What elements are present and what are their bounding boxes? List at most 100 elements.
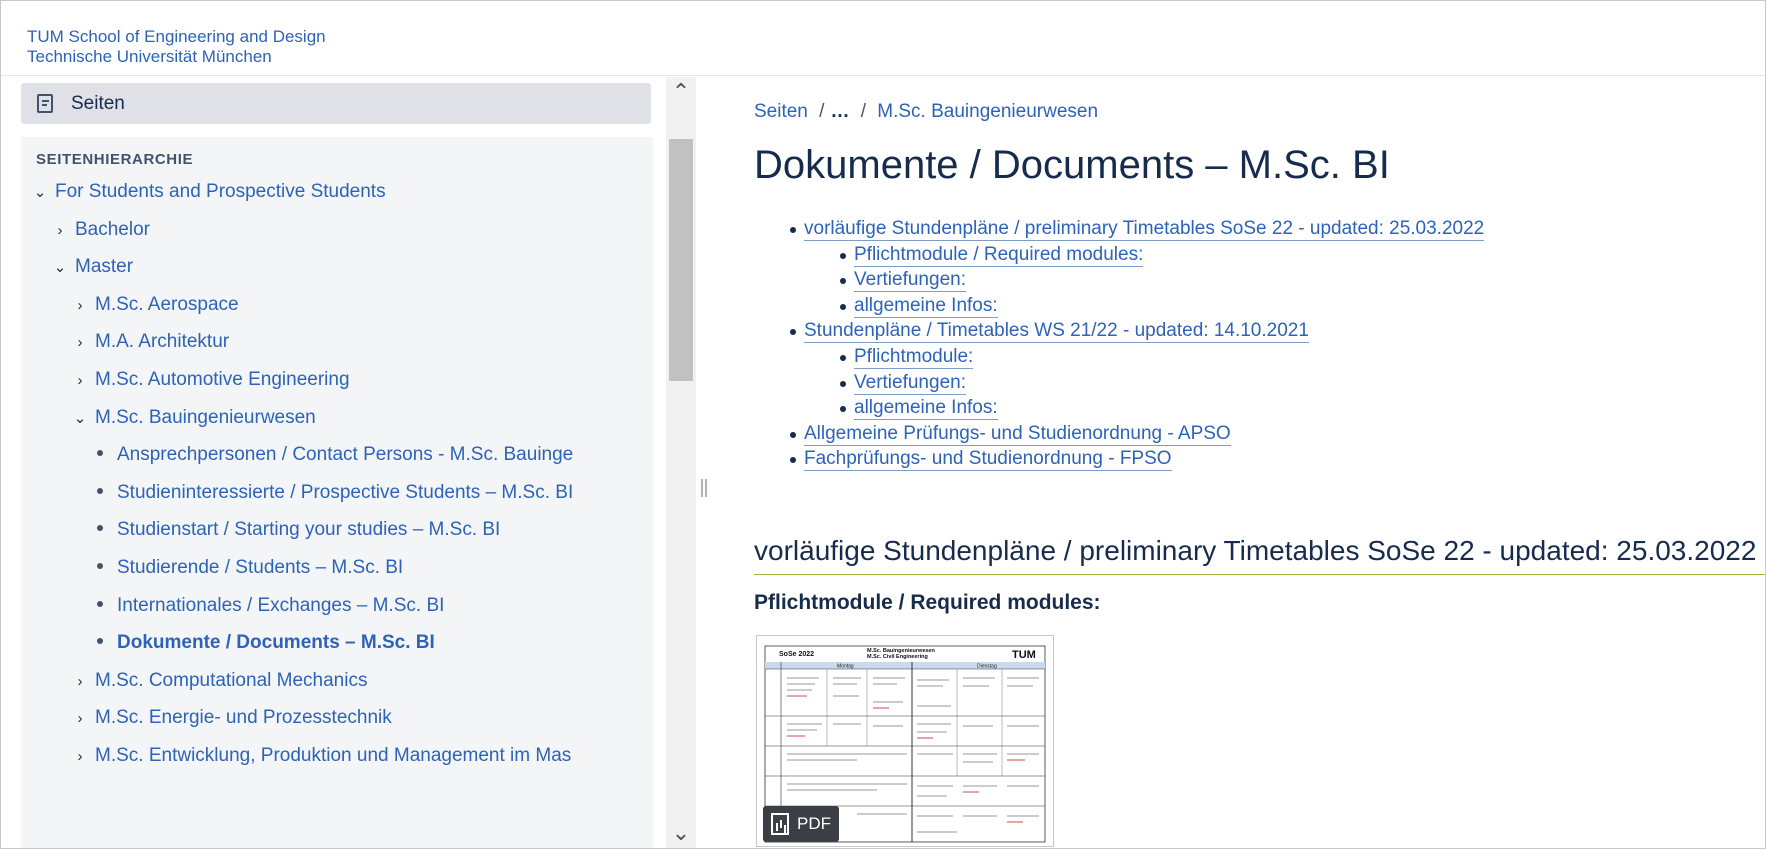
browser-frame: TUM School of Engineering and Design Tec…: [0, 0, 1766, 849]
sidebar-tree-item-label: Studierende / Students – M.Sc. BI: [117, 557, 404, 578]
scrollbar-thumb[interactable]: [669, 139, 693, 381]
sidebar-tree-item[interactable]: Ansprechpersonen / Contact Persons - M.S…: [91, 440, 573, 470]
toc-link[interactable]: Stundenpläne / Timetables WS 21/22 - upd…: [804, 320, 1309, 344]
breadcrumb-root-link[interactable]: Seiten: [754, 101, 808, 122]
pdf-badge-label: PDF: [797, 814, 831, 833]
sidebar-tree-item-label: Studieninteressierte / Prospective Stude…: [117, 481, 574, 503]
pdf-badge[interactable]: PDF: [763, 806, 839, 842]
page-title: Dokumente / Documents – M.Sc. BI: [754, 143, 1390, 187]
bullet-icon: [97, 600, 103, 607]
sidebar-tree-item[interactable]: › Bachelor: [51, 215, 151, 246]
chevron-down-icon[interactable]: ⌄: [666, 818, 696, 848]
toc-link[interactable]: allgemeine Infos:: [854, 397, 998, 421]
toc-link[interactable]: vorläufige Stundenpläne / preliminary Ti…: [804, 218, 1485, 241]
toc-item: Allgemeine Prüfungs- und Studienordnung …: [790, 422, 1231, 446]
toc-item: Pflichtmodule:: [840, 345, 974, 369]
sidebar-tree-item[interactable]: Studierende / Students – M.Sc. BI: [91, 553, 403, 583]
toc-link[interactable]: Pflichtmodule / Required modules:: [854, 243, 1144, 267]
toc-link[interactable]: Vertiefungen:: [854, 371, 966, 395]
breadcrumb-parent-link[interactable]: M.Sc. Bauingenieurwesen: [877, 101, 1098, 122]
breadcrumb-separator: /: [860, 101, 866, 122]
chevron-right-icon[interactable]: ›: [71, 291, 89, 321]
page-icon: [37, 94, 53, 113]
chevron-right-icon[interactable]: ›: [71, 328, 89, 358]
toc-link[interactable]: Allgemeine Prüfungs- und Studienordnung …: [804, 422, 1231, 446]
chevron-down-icon[interactable]: ⌄: [31, 178, 49, 208]
sidebar-tree-item[interactable]: › M.Sc. Automotive Engineering: [71, 365, 350, 395]
tum-logo: TUM: [1012, 649, 1036, 661]
pages-button-label: Seiten: [71, 92, 125, 114]
main-content: Seiten /… / M.Sc. Bauingenieurwesen Doku…: [754, 77, 1765, 848]
chevron-right-icon[interactable]: ›: [71, 742, 89, 772]
bullet-icon: [97, 525, 103, 532]
sidebar-tree-item-label: For Students and Prospective Students: [55, 181, 386, 202]
thumb-semester: SoSe 2022: [779, 651, 814, 658]
bullet-icon: [790, 329, 796, 336]
bullet-icon: [840, 278, 846, 285]
sidebar-scrollbar[interactable]: ⌃ ⌄: [666, 77, 696, 848]
thumb-program-2: M.Sc. Civil Engineering: [867, 654, 928, 660]
page-tree-heading: SEITENHIERARCHIE: [36, 151, 194, 168]
sidebar-tree-item-label: M.Sc. Bauingenieurwesen: [95, 406, 316, 428]
pages-button[interactable]: Seiten: [21, 83, 651, 124]
toc-item: Vertiefungen:: [840, 371, 966, 395]
sidebar-tree-item[interactable]: Internationales / Exchanges – M.Sc. BI: [91, 591, 444, 621]
thumb-day-2: Dienstag: [977, 664, 997, 670]
bullet-icon: [790, 457, 796, 464]
sidebar-tree-item-label: Ansprechpersonen / Contact Persons - M.S…: [117, 444, 574, 466]
sidebar-tree-item[interactable]: › M.Sc. Computational Mechanics: [71, 666, 368, 697]
sidebar-tree-item[interactable]: ⌄ M.Sc. Bauingenieurwesen: [71, 403, 316, 433]
breadcrumb-ellipsis[interactable]: …: [830, 101, 849, 122]
brand-line-1: TUM School of Engineering and Design: [27, 27, 326, 46]
chevron-up-icon[interactable]: ⌃: [666, 77, 696, 107]
page-tree: SEITENHIERARCHIE ⌄ For Students and Prosp…: [21, 137, 653, 848]
sidebar-tree-item[interactable]: › M.Sc. Energie- und Prozesstechnik: [71, 703, 392, 733]
chevron-right-icon[interactable]: ›: [71, 704, 89, 734]
sidebar-resize-handle[interactable]: [700, 479, 708, 499]
toc-item: allgemeine Infos:: [840, 396, 998, 421]
toc-link[interactable]: Fachprüfungs- und Studienordnung - FPSO: [804, 448, 1172, 472]
sidebar-tree-item[interactable]: Dokumente / Documents – M.Sc. BI: [91, 628, 435, 658]
chevron-right-icon[interactable]: ›: [51, 216, 69, 246]
bullet-icon: [97, 487, 103, 494]
bullet-icon: [840, 380, 846, 387]
bullet-icon: [790, 431, 796, 438]
thumb-day-1: Montag: [837, 664, 854, 670]
chevron-down-icon[interactable]: ⌄: [51, 253, 69, 283]
pdf-file-icon: [771, 813, 789, 835]
toc-item: Pflichtmodule / Required modules:: [840, 243, 1144, 267]
brand-line-2: Technische Universität München: [27, 47, 272, 66]
sidebar-tree-item[interactable]: › M.A. Architektur: [71, 327, 230, 358]
toc-item: Vertiefungen:: [840, 268, 966, 293]
timetable-pdf-preview[interactable]: SoSe 2022 M.Sc. Bauingenieurwesen M.Sc. …: [756, 635, 1054, 847]
toc-link[interactable]: allgemeine Infos:: [854, 294, 998, 318]
sidebar-tree-item-label: M.Sc. Computational Mechanics: [95, 669, 368, 691]
space-header: TUM School of Engineering and Design Tec…: [1, 1, 1765, 76]
breadcrumb: Seiten /… / M.Sc. Bauingenieurwesen: [754, 101, 1098, 123]
space-brand-link[interactable]: TUM School of Engineering and Design Tec…: [27, 27, 326, 67]
sidebar: Seiten SEITENHIERARCHIE ⌄ For Students an…: [1, 77, 668, 848]
chevron-down-icon[interactable]: ⌄: [71, 404, 89, 434]
sidebar-tree-item[interactable]: › M.Sc. Aerospace: [71, 290, 239, 320]
bullet-icon: [790, 227, 796, 233]
chevron-right-icon[interactable]: ›: [71, 667, 89, 697]
sidebar-tree-item-label: M.Sc. Automotive Engineering: [95, 369, 350, 390]
sidebar-tree-item-label: M.Sc. Aerospace: [95, 293, 239, 315]
sidebar-tree-item-label: Bachelor: [75, 218, 150, 240]
chevron-right-icon[interactable]: ›: [71, 366, 89, 396]
sidebar-tree-item-label: M.Sc. Entwicklung, Produktion und Manage…: [95, 745, 572, 766]
sidebar-tree-item[interactable]: Studienstart / Starting your studies – M…: [91, 515, 500, 545]
sidebar-tree-item[interactable]: ⌄ For Students and Prospective Students: [31, 177, 386, 207]
sidebar-tree-item-label: Internationales / Exchanges – M.Sc. BI: [117, 594, 445, 616]
bullet-icon: [840, 303, 846, 310]
section-heading: vorläufige Stundenpläne / preliminary Ti…: [754, 535, 1757, 566]
toc-item: allgemeine Infos:: [840, 294, 998, 318]
toc-link[interactable]: Pflichtmodule:: [854, 346, 974, 369]
sidebar-tree-item[interactable]: ⌄ Master: [51, 252, 133, 282]
toc-link[interactable]: Vertiefungen:: [854, 269, 966, 293]
sidebar-tree-item[interactable]: › M.Sc. Entwicklung, Produktion und Manag…: [71, 741, 572, 772]
bullet-icon: [97, 562, 103, 569]
sidebar-tree-item-label: Master: [75, 256, 134, 278]
sidebar-tree-item[interactable]: Studieninteressierte / Prospective Stude…: [91, 478, 573, 508]
bullet-icon: [97, 450, 103, 457]
